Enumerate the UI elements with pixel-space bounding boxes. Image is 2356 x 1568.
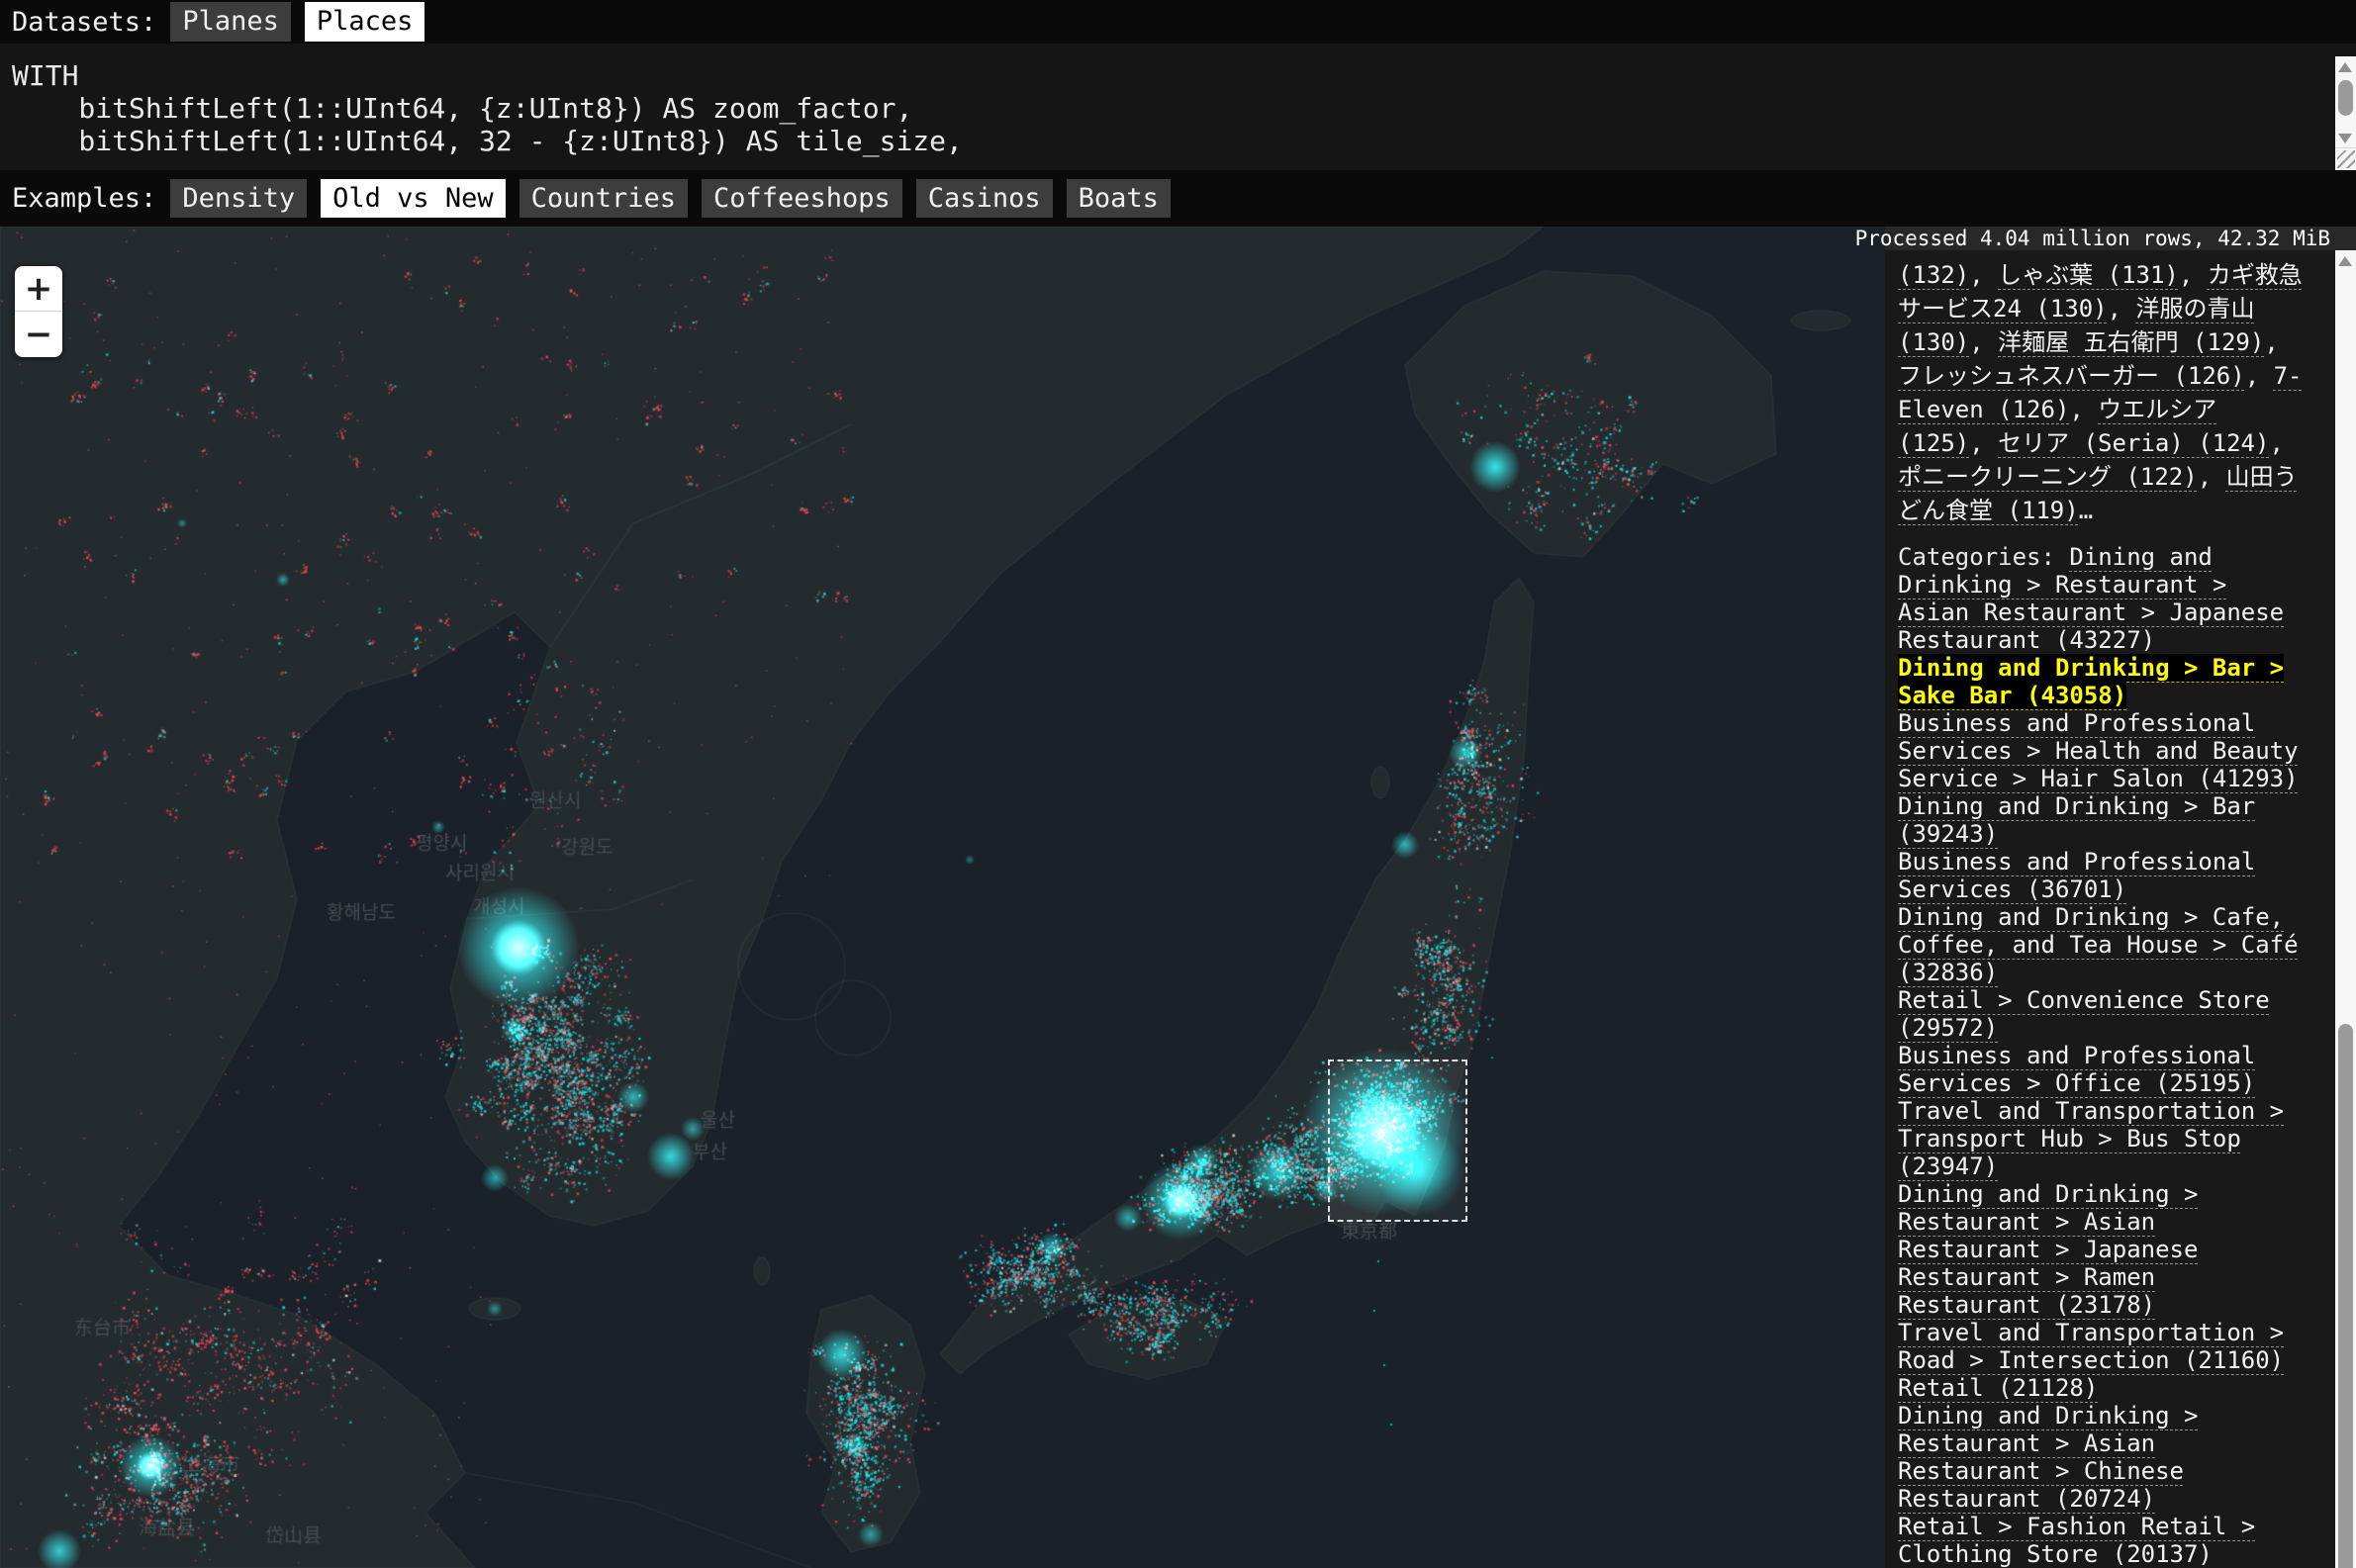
category-link[interactable]: Retail > Fashion Retail > Clothing Store… [1898,1513,2255,1568]
brand-link[interactable]: しゃぶ葉 (131) [1998,261,2179,289]
example-button-boats[interactable]: Boats [1067,179,1171,219]
map-selection-rectangle [1328,1060,1467,1222]
category-link[interactable]: Dining and Drinking > Cafe, Coffee, and … [1898,903,2299,986]
example-button-casinos[interactable]: Casinos [916,179,1053,219]
datasets-bar: Datasets: Planes Places [0,0,2356,44]
categories-label: Categories: [1898,543,2069,571]
scroll-down-icon[interactable] [2338,134,2352,143]
category-link[interactable]: Business and Professional Services > Off… [1898,1042,2255,1097]
brand-link[interactable]: ポニークリーニング (122) [1898,463,2198,491]
map[interactable]: + − [0,227,1885,1568]
resize-grip-icon[interactable] [2337,150,2355,168]
sidebar-content: (132), しゃぶ葉 (131), カギ救急サービス24 (130), 洋服の… [1885,250,2356,1568]
example-button-coffeeshops[interactable]: Coffeeshops [702,179,902,219]
processed-stats: Processed 4.04 million rows, 42.32 MiB [1855,227,2330,250]
datasets-buttons: Planes Places [156,2,424,42]
example-button-density[interactable]: Density [170,179,307,219]
category-link[interactable]: Dining and Drinking > Restaurant > Asian… [1898,1402,2198,1513]
category-link[interactable]: Travel and Transportation > Road > Inter… [1898,1319,2284,1374]
query-editor[interactable]: WITH bitShiftLeft(1::UInt64, {z:UInt8}) … [0,44,2356,170]
category-link[interactable]: Retail > Convenience Store (29572) [1898,986,2270,1042]
category-link[interactable]: Travel and Transportation > Transport Hu… [1898,1097,2284,1180]
page-scroll-thumb[interactable] [2338,1024,2353,1568]
zoom-in-button[interactable]: + [15,266,62,312]
example-button-old-vs-new[interactable]: Old vs New [321,179,506,219]
category-link[interactable]: Dining and Drinking > Bar (39243) [1898,792,2255,848]
query-text[interactable]: WITH bitShiftLeft(1::UInt64, {z:UInt8}) … [0,44,2356,157]
brands-ellipsis: … [2079,497,2093,524]
datasets-label: Datasets: [12,7,156,38]
brand-link[interactable]: フレッシュネスバーガー (126) [1898,362,2245,390]
status-bar: Processed 4.04 million rows, 42.32 MiB [1885,227,2356,250]
brands-list: (132), しゃぶ葉 (131), カギ救急サービス24 (130), 洋服の… [1898,258,2312,527]
examples-label: Examples: [12,183,156,214]
category-link-highlighted[interactable]: Dining and Drinking > Bar > Sake Bar (43… [1898,654,2284,709]
map-canvas[interactable] [0,227,1885,1568]
dataset-button-places[interactable]: Places [305,2,425,42]
resize-separator [2335,147,2356,148]
scroll-up-icon[interactable] [2338,62,2352,72]
scroll-up-icon[interactable] [2338,256,2352,266]
categories-list: Categories: Dining and Drinking > Restau… [1898,543,2312,1568]
category-link[interactable]: Business and Professional Services (3670… [1898,848,2255,903]
brand-link[interactable]: 洋麺屋 五右衛門 (129) [1998,328,2264,356]
page-scrollbar[interactable] [2335,250,2356,1568]
examples-bar: Examples: Density Old vs New Countries Coff… [0,170,2356,227]
category-link[interactable]: Business and Professional Services > Hea… [1898,709,2299,792]
zoom-out-button[interactable]: − [15,312,62,357]
dataset-button-planes[interactable]: Planes [170,2,291,42]
brand-link[interactable]: セリア (Seria) (124) [1998,429,2269,457]
examples-buttons: Density Old vs New Countries Coffeeshops Cas… [156,179,1171,219]
category-link[interactable]: Dining and Drinking > Restaurant > Asian… [1898,1180,2198,1319]
brand-link[interactable]: (132) [1898,261,1969,289]
editor-scroll-thumb[interactable] [2338,80,2353,116]
results-sidebar: Processed 4.04 million rows, 42.32 MiB (… [1885,227,2356,1568]
example-button-countries[interactable]: Countries [519,179,688,219]
category-link[interactable]: Retail (21128) [1898,1374,2098,1402]
map-zoom-control: + − [15,266,62,357]
app-root: Datasets: Planes Places WITH bitShiftLeft… [0,0,2356,1568]
